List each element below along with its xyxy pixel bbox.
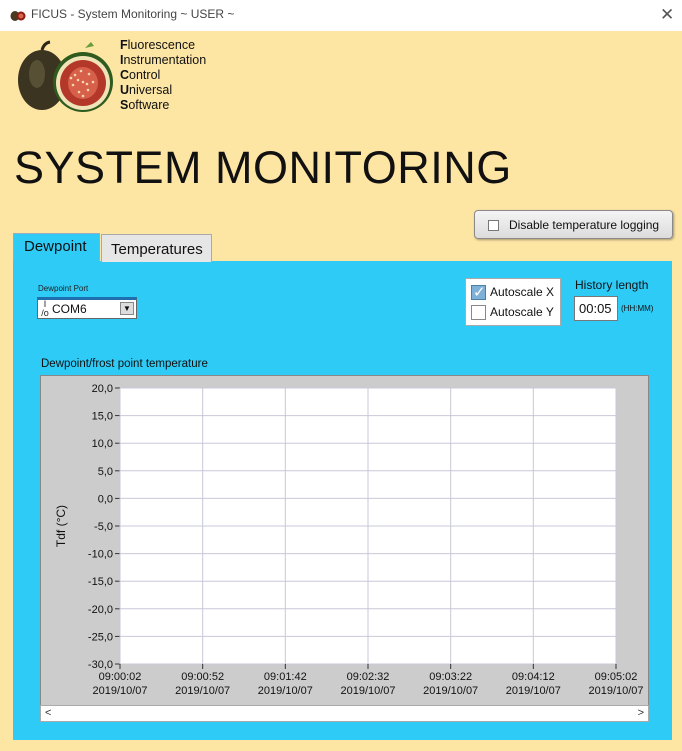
- y-tick-label: 0,0: [98, 493, 113, 505]
- window-title: FICUS - System Monitoring ~ USER ~: [31, 7, 235, 21]
- close-icon[interactable]: ✕: [660, 5, 674, 25]
- y-tick-label: -15,0: [88, 576, 113, 588]
- page-title: SYSTEM MONITORING: [14, 142, 512, 193]
- dewpoint-port-value: COM6: [52, 302, 87, 316]
- chart-title: Dewpoint/frost point temperature: [41, 358, 208, 370]
- ficus-acronym: Fluorescence Instrumentation Control Uni…: [120, 38, 206, 113]
- autoscale-y-box[interactable]: [471, 305, 486, 320]
- scroll-right-icon[interactable]: >: [638, 706, 644, 721]
- x-tick-time: 09:02:32: [347, 671, 390, 683]
- autoscale-group: Autoscale X Autoscale Y: [465, 278, 561, 326]
- acronym-line-1: Fluorescence: [120, 38, 196, 52]
- y-tick-label: 10,0: [92, 438, 113, 450]
- x-tick-date: 2019/10/07: [92, 685, 147, 697]
- tab-temperatures[interactable]: Temperatures: [101, 234, 212, 262]
- acronym-line-2: Instrumentation: [120, 53, 207, 67]
- acronym-line-3: Control: [120, 68, 161, 82]
- scroll-left-icon[interactable]: <: [45, 706, 51, 721]
- y-tick-label: -5,0: [94, 521, 113, 533]
- x-tick-date: 2019/10/07: [588, 685, 643, 697]
- dewpoint-port-label: Dewpoint Port: [38, 284, 89, 293]
- x-tick-date: 2019/10/07: [340, 685, 395, 697]
- history-length-unit: (HH:MM): [621, 304, 654, 313]
- history-length-input[interactable]: 00:05: [574, 296, 618, 321]
- x-tick-time: 09:04:12: [512, 671, 555, 683]
- acronym-line-5: Software: [120, 98, 170, 112]
- autoscale-y-label: Autoscale Y: [490, 305, 554, 319]
- x-tick-date: 2019/10/07: [506, 685, 561, 697]
- fig-app-icon: [10, 11, 26, 21]
- y-tick-label: -20,0: [88, 604, 113, 616]
- chart-horizontal-scrollbar[interactable]: < >: [40, 705, 649, 722]
- disable-logging-label: Disable temperature logging: [509, 218, 660, 232]
- disable-logging-button[interactable]: Disable temperature logging: [474, 210, 673, 239]
- dewpoint-port-select[interactable]: I/o COM6 ▼: [37, 297, 137, 319]
- x-tick-time: 09:00:52: [181, 671, 224, 683]
- io-resource-icon: I/o: [41, 299, 49, 318]
- y-tick-label: 20,0: [92, 383, 113, 395]
- x-tick-date: 2019/10/07: [258, 685, 313, 697]
- x-tick-time: 09:00:02: [99, 671, 142, 683]
- y-tick-label: 5,0: [98, 466, 113, 478]
- tab-dewpoint[interactable]: Dewpoint: [13, 233, 100, 262]
- chart-svg: 20,0 15,0 10,0 5,0 0,0 -5,0 -10,0 -15,0 -20,0 -25…: [54, 383, 644, 697]
- acronym-line-4: Universal: [120, 83, 173, 97]
- x-tick-date: 2019/10/07: [175, 685, 230, 697]
- y-tick-label: -30,0: [88, 659, 113, 671]
- x-tick-time: 09:05:02: [595, 671, 638, 683]
- x-tick-time: 09:01:42: [264, 671, 307, 683]
- dropdown-arrow-icon[interactable]: ▼: [120, 302, 134, 315]
- y-axis-label: Tdf (°C): [54, 505, 68, 547]
- x-tick-time: 09:03:22: [429, 671, 472, 683]
- y-tick-label: -10,0: [88, 549, 113, 561]
- history-length-label: History length: [575, 278, 649, 292]
- y-tick-label: -25,0: [88, 631, 113, 643]
- y-tick-label: 15,0: [92, 411, 113, 423]
- autoscale-x-box[interactable]: [471, 283, 486, 301]
- title-bar: FICUS - System Monitoring ~ USER ~ ✕: [0, 0, 682, 31]
- x-tick-date: 2019/10/07: [423, 685, 478, 697]
- disable-logging-checkbox[interactable]: [488, 220, 499, 231]
- fig-logo: [18, 40, 113, 112]
- dewpoint-chart: 20,0 15,0 10,0 5,0 0,0 -5,0 -10,0 -15,0 -20,0 -25…: [40, 375, 649, 722]
- autoscale-x-label: Autoscale X: [490, 285, 555, 299]
